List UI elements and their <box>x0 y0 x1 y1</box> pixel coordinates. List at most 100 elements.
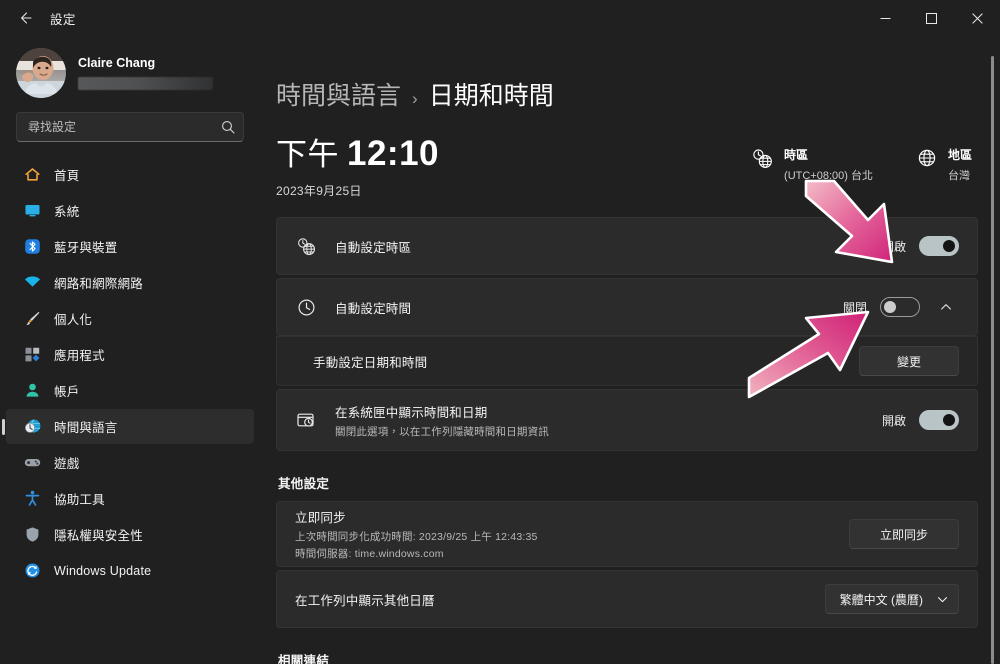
sidebar-item-label: 網路和網際網路 <box>54 277 143 291</box>
sidebar-item-label: 帳戶 <box>54 385 80 399</box>
back-button[interactable] <box>8 3 42 33</box>
sidebar-item-label: 藍牙與裝置 <box>54 241 118 255</box>
minimize-icon <box>880 17 890 19</box>
sidebar-item-network[interactable]: 網路和網際網路 <box>6 265 254 300</box>
other-settings-heading: 其他設定 <box>278 477 330 492</box>
sync-now-button[interactable]: 立即同步 <box>849 519 959 550</box>
current-time: 下午 12:10 <box>276 134 752 174</box>
region-info: 地區 台灣 <box>917 146 972 183</box>
sidebar-item-label: 系統 <box>54 205 80 219</box>
breadcrumb-parent[interactable]: 時間與語言 <box>276 76 401 112</box>
gamepad-icon <box>24 454 41 471</box>
tray-datetime-state-label: 開啟 <box>881 413 906 428</box>
related-links-heading: 相關連結 <box>278 654 330 664</box>
auto-timezone-title: 自動設定時區 <box>335 240 412 255</box>
extra-calendar-dropdown[interactable]: 繁體中文 (農曆) <box>824 584 959 615</box>
account-icon <box>24 382 41 399</box>
extra-calendar-control: 繁體中文 (農曆) <box>824 584 959 615</box>
timezone-value: (UTC+08:00) 台北 <box>784 170 873 182</box>
sidebar-item-label: 遊戲 <box>54 457 80 471</box>
home-icon <box>24 166 41 183</box>
sidebar-item-apps[interactable]: 應用程式 <box>6 337 254 372</box>
auto-time-title: 自動設定時間 <box>335 301 412 316</box>
search-box[interactable] <box>16 112 244 142</box>
close-icon <box>971 12 983 24</box>
arrow-left-icon <box>21 12 32 24</box>
apps-icon <box>24 346 41 363</box>
sidebar-item-time-language[interactable]: 時間與語言 <box>6 409 254 444</box>
sidebar-item-label: 時間與語言 <box>54 421 118 435</box>
sidebar-item-personalization[interactable]: 個人化 <box>6 301 254 336</box>
auto-timezone-row[interactable]: 自動設定時區 開啟 <box>276 217 978 276</box>
bluetooth-icon <box>24 238 41 255</box>
window-body: Claire Chang 尋找設定 首頁 系統 藍牙與裝置 網路和網際網路 個人… <box>0 36 1000 664</box>
tray-datetime-text: 在系統匣中顯示時間和日期 關閉此選項，以在工作列隱藏時間和日期資訊 <box>335 402 882 439</box>
sidebar: Claire Chang 尋找設定 首頁 系統 藍牙與裝置 網路和網際網路 個人… <box>0 36 268 664</box>
auto-timezone-text: 自動設定時區 <box>335 237 882 256</box>
auto-timezone-control: 開啟 <box>882 236 959 257</box>
time-ampm: 下午 <box>276 137 339 172</box>
close-button[interactable] <box>954 0 1000 36</box>
tray-datetime-description: 關閉此選項，以在工作列隱藏時間和日期資訊 <box>335 425 549 438</box>
shield-icon <box>24 526 41 543</box>
tray-datetime-toggle[interactable] <box>919 410 959 431</box>
maximize-button[interactable] <box>908 0 954 36</box>
search-input[interactable] <box>28 120 221 134</box>
page-title: 日期和時間 <box>428 82 554 110</box>
auto-time-state-label: 關閉 <box>842 300 867 315</box>
search-icon <box>221 120 235 134</box>
sidebar-item-home[interactable]: 首頁 <box>6 157 254 192</box>
wifi-icon <box>24 274 41 291</box>
timezone-icon <box>295 237 317 256</box>
time-info-blocks: 時區 (UTC+08:00) 台北 地區 台灣 <box>752 134 978 183</box>
tray-datetime-control: 開啟 <box>881 410 959 431</box>
minimize-button[interactable] <box>862 0 908 36</box>
region-value: 台灣 <box>947 170 970 182</box>
sidebar-item-label: 應用程式 <box>54 349 105 363</box>
sidebar-item-label: 首頁 <box>54 169 80 183</box>
title-bar: 設定 <box>0 0 1000 36</box>
scrollbar-thumb[interactable] <box>991 56 994 664</box>
globe-icon <box>917 148 937 168</box>
sidebar-nav: 首頁 系統 藍牙與裝置 網路和網際網路 個人化 應用程式 帳戶 時間與語言 遊戲… <box>0 156 260 664</box>
manual-datetime-title: 手動設定日期和時間 <box>313 355 428 370</box>
auto-time-control: 關閉 <box>843 294 959 320</box>
avatar-photo <box>16 48 66 98</box>
breadcrumb: 時間與語言 › 日期和時間 <box>276 36 978 112</box>
settings-scroll-area: 時間與語言 › 日期和時間 下午 12:10 2023年9月25日 時區 (UT… <box>268 36 1000 664</box>
clock-icon <box>295 298 317 317</box>
sync-now-row: 立即同步 上次時間同步化成功時間: 2023/9/25 上午 12:43:35 … <box>276 501 978 568</box>
chevron-down-icon <box>937 596 948 602</box>
tray-clock-icon <box>295 410 317 430</box>
current-time-block: 下午 12:10 2023年9月25日 <box>276 134 752 199</box>
sidebar-item-system[interactable]: 系統 <box>6 193 254 228</box>
extra-calendar-row: 在工作列中顯示其他日曆 繁體中文 (農曆) <box>276 570 978 629</box>
region-text: 地區 台灣 <box>948 146 972 183</box>
sidebar-item-label: 隱私權與安全性 <box>54 529 143 543</box>
timezone-text: 時區 (UTC+08:00) 台北 <box>784 146 873 183</box>
change-datetime-button[interactable]: 變更 <box>859 346 959 377</box>
auto-time-expander[interactable] <box>933 294 959 320</box>
extra-calendar-text: 在工作列中顯示其他日曆 <box>295 590 825 609</box>
sidebar-item-privacy-security[interactable]: 隱私權與安全性 <box>6 517 254 552</box>
manual-datetime-text: 手動設定日期和時間 <box>313 352 859 371</box>
clock-globe-icon <box>24 418 41 435</box>
sidebar-item-label: 個人化 <box>54 313 93 327</box>
auto-timezone-toggle[interactable] <box>919 236 959 257</box>
avatar <box>16 48 66 98</box>
timezone-label: 時區 <box>784 148 809 162</box>
sidebar-item-accessibility[interactable]: 協助工具 <box>6 481 254 516</box>
vertical-scrollbar[interactable] <box>988 56 997 664</box>
account-section[interactable]: Claire Chang <box>0 36 260 112</box>
region-label: 地區 <box>947 148 972 162</box>
sidebar-item-accounts[interactable]: 帳戶 <box>6 373 254 408</box>
auto-time-row[interactable]: 自動設定時間 關閉 <box>276 278 978 337</box>
sidebar-item-windows-update[interactable]: Windows Update <box>6 553 254 588</box>
sidebar-item-bluetooth[interactable]: 藍牙與裝置 <box>6 229 254 264</box>
tray-datetime-title: 在系統匣中顯示時間和日期 <box>335 405 488 420</box>
auto-time-toggle[interactable] <box>880 297 920 318</box>
sync-now-control: 立即同步 <box>849 519 959 550</box>
sidebar-item-gaming[interactable]: 遊戲 <box>6 445 254 480</box>
tray-datetime-row[interactable]: 在系統匣中顯示時間和日期 關閉此選項，以在工作列隱藏時間和日期資訊 開啟 <box>276 389 978 452</box>
sidebar-item-label: Windows Update <box>54 563 152 578</box>
